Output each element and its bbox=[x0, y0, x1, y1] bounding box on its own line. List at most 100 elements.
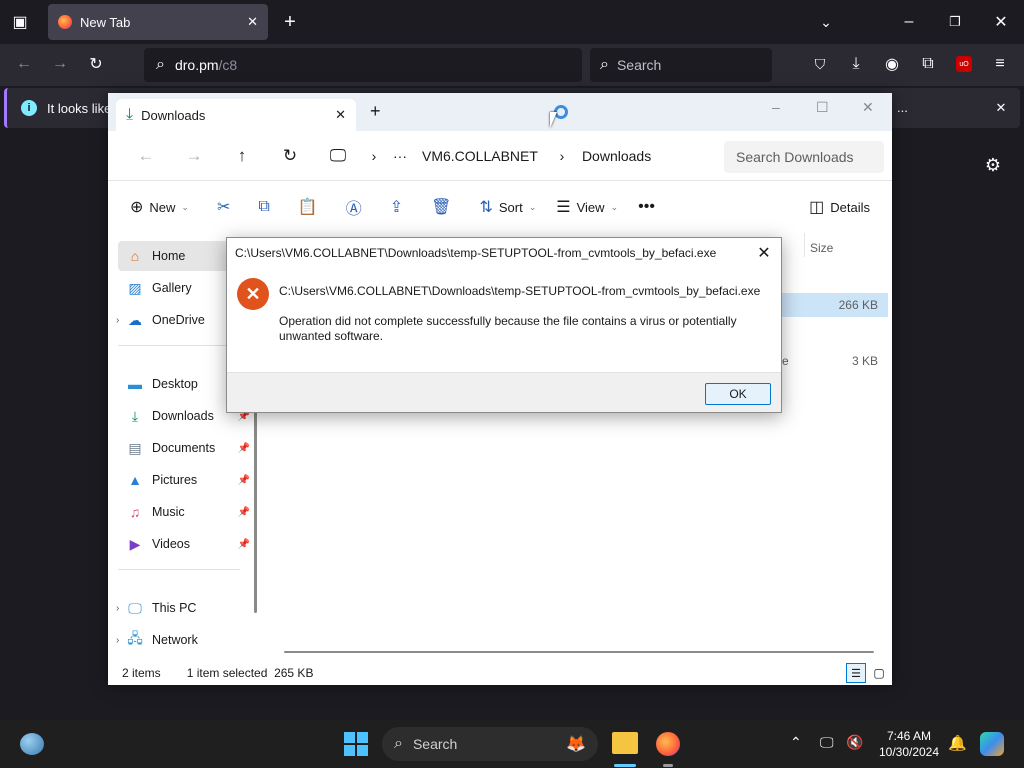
selection-count: 1 item selected bbox=[186, 666, 268, 680]
url-bar[interactable]: ⌕ dro.pm/c8 bbox=[144, 48, 582, 82]
pin-icon[interactable]: 📌 bbox=[238, 507, 250, 518]
sidebar-item-network[interactable]: › 🖧 Network bbox=[116, 625, 254, 655]
forward-icon[interactable]: → bbox=[170, 146, 218, 166]
download-icon: ⤓ bbox=[126, 106, 134, 123]
close-notification-icon[interactable]: ✕ bbox=[991, 98, 1011, 118]
chevron-right-icon[interactable]: › bbox=[116, 635, 119, 646]
file-explorer-taskbar-icon[interactable] bbox=[612, 732, 638, 754]
tiles-view-icon[interactable]: ▢ bbox=[870, 663, 888, 683]
network-status-icon[interactable]: 🖵 bbox=[820, 734, 834, 751]
new-tab-icon[interactable]: + bbox=[280, 11, 300, 33]
pin-icon[interactable]: 📌 bbox=[238, 443, 250, 454]
sidebar-item-music[interactable]: ♫ Music 📌 bbox=[118, 497, 254, 527]
chevron-up-icon[interactable]: ⌃ bbox=[790, 734, 802, 751]
sidebar-item-documents[interactable]: ▤ Documents 📌 bbox=[118, 433, 254, 463]
start-button[interactable] bbox=[344, 732, 368, 756]
search-icon: ⌕ bbox=[156, 56, 165, 73]
back-icon[interactable]: ← bbox=[14, 54, 34, 74]
cut-button[interactable]: ✂ bbox=[207, 191, 240, 223]
back-icon[interactable]: ← bbox=[122, 146, 170, 166]
copilot-icon[interactable] bbox=[980, 732, 1004, 756]
chevron-down-icon: ⌄ bbox=[181, 201, 189, 212]
close-window-icon[interactable]: ✕ bbox=[862, 99, 874, 116]
menu-icon[interactable]: ≡ bbox=[990, 54, 1010, 74]
details-view-icon[interactable]: ☰ bbox=[846, 663, 866, 683]
taskbar-search[interactable]: ⌕ Search 🦊 bbox=[382, 727, 598, 761]
breadcrumb-segment[interactable]: Downloads bbox=[574, 148, 659, 164]
extensions-icon[interactable]: ⧉ bbox=[918, 54, 938, 74]
pocket-icon[interactable]: ⛉ bbox=[810, 54, 830, 74]
gear-icon[interactable]: ⚙ bbox=[982, 154, 1004, 176]
maximize-icon[interactable]: ☐ bbox=[816, 99, 829, 116]
close-icon[interactable]: ✕ bbox=[753, 242, 775, 264]
downloads-icon[interactable]: ⤓ bbox=[846, 54, 866, 74]
documents-icon: ▤ bbox=[128, 439, 142, 456]
reload-icon[interactable]: ↻ bbox=[86, 54, 106, 74]
explorer-search-input[interactable]: Search Downloads bbox=[724, 141, 884, 173]
sort-button[interactable]: ⇅ Sort ⌄ bbox=[469, 191, 546, 223]
close-tab-icon[interactable]: ✕ bbox=[335, 107, 346, 123]
taskbar-clock[interactable]: 7:46 AM 10/30/2024 bbox=[874, 728, 944, 760]
file-type-fragment: e bbox=[782, 354, 789, 368]
chevron-down-icon[interactable]: ⌄ bbox=[816, 12, 836, 32]
details-button[interactable]: ◫ Details bbox=[799, 191, 880, 223]
close-window-icon[interactable]: ✕ bbox=[992, 12, 1010, 32]
new-tab-icon[interactable]: + bbox=[370, 101, 381, 122]
horizontal-scrollbar[interactable] bbox=[284, 651, 874, 653]
paste-button[interactable]: 📋 bbox=[288, 191, 328, 223]
chevron-right-icon: › bbox=[559, 147, 565, 164]
view-button[interactable]: ☰ View ⌄ bbox=[546, 191, 628, 223]
column-divider bbox=[804, 233, 805, 257]
ok-button[interactable]: OK bbox=[705, 383, 771, 405]
new-button[interactable]: ⊕ New ⌄ bbox=[120, 191, 199, 223]
browser-search-input[interactable]: ⌕ Search bbox=[590, 48, 772, 82]
minimize-icon[interactable]: – bbox=[772, 99, 780, 115]
browser-tab[interactable]: New Tab ✕ bbox=[48, 4, 268, 40]
copy-icon: ⧉ bbox=[258, 198, 270, 215]
network-icon: 🖧 bbox=[127, 630, 143, 646]
sidebar-scrollbar[interactable] bbox=[254, 403, 257, 613]
sidebar-item-videos[interactable]: ▶ Videos 📌 bbox=[118, 529, 254, 559]
up-icon[interactable]: ↑ bbox=[218, 146, 266, 166]
restore-icon[interactable]: ❐ bbox=[946, 12, 964, 32]
share-icon: ⇪ bbox=[389, 199, 404, 216]
explorer-tab-label: Downloads bbox=[141, 107, 206, 123]
breadcrumb-segment[interactable]: VM6.COLLABNET bbox=[414, 148, 550, 164]
chevron-right-icon[interactable]: › bbox=[116, 603, 119, 614]
chevron-right-icon[interactable]: › bbox=[116, 315, 119, 326]
notification-text: It looks like bbox=[47, 100, 112, 116]
search-icon: ⌕ bbox=[600, 56, 609, 73]
sidebar-item-label: Network bbox=[152, 633, 198, 647]
forward-icon[interactable]: → bbox=[50, 54, 70, 74]
pin-icon[interactable]: 📌 bbox=[238, 539, 250, 550]
close-tab-icon[interactable]: ✕ bbox=[247, 14, 258, 30]
search-placeholder: Search bbox=[412, 736, 458, 752]
clock-time: 7:46 AM bbox=[886, 729, 932, 743]
share-button[interactable]: ⇪ bbox=[380, 191, 413, 223]
delete-button[interactable]: 🗑 bbox=[421, 191, 461, 223]
sidebar-item-pictures[interactable]: ▲ Pictures 📌 bbox=[118, 465, 254, 495]
account-icon[interactable]: ◉ bbox=[882, 54, 902, 74]
minimize-icon[interactable]: – bbox=[900, 12, 918, 32]
sort-label: Sort bbox=[498, 199, 523, 215]
tab-list-icon[interactable]: ▣ bbox=[10, 12, 30, 32]
sidebar-item-label: Music bbox=[152, 505, 185, 519]
firefox-taskbar-icon[interactable] bbox=[656, 732, 680, 756]
rename-button[interactable]: Ⓐ bbox=[336, 191, 372, 223]
notification-more-button[interactable]: ... bbox=[897, 100, 908, 115]
weather-widget-icon[interactable] bbox=[20, 733, 44, 755]
more-options-button[interactable]: ••• bbox=[628, 191, 665, 223]
videos-icon: ▶ bbox=[129, 535, 141, 552]
dialog-file-path: C:\Users\VM6.COLLABNET\Downloads\temp-SE… bbox=[279, 284, 761, 298]
monitor-icon[interactable]: 🖵 bbox=[314, 146, 362, 166]
notification-bell-icon[interactable]: 🔔 bbox=[948, 734, 967, 752]
copy-button[interactable]: ⧉ bbox=[248, 191, 279, 223]
ublock-icon[interactable]: uO bbox=[956, 56, 972, 72]
refresh-icon[interactable]: ↻ bbox=[266, 146, 314, 166]
more-path-icon[interactable]: ··· bbox=[386, 148, 414, 164]
pin-icon[interactable]: 📌 bbox=[238, 475, 250, 486]
sidebar-item-this-pc[interactable]: › 🖵 This PC bbox=[116, 593, 254, 623]
explorer-tab[interactable]: ⤓ Downloads ✕ bbox=[116, 99, 356, 131]
volume-muted-icon[interactable]: 🔇 bbox=[846, 734, 863, 751]
column-header-size[interactable]: Size bbox=[810, 241, 833, 255]
